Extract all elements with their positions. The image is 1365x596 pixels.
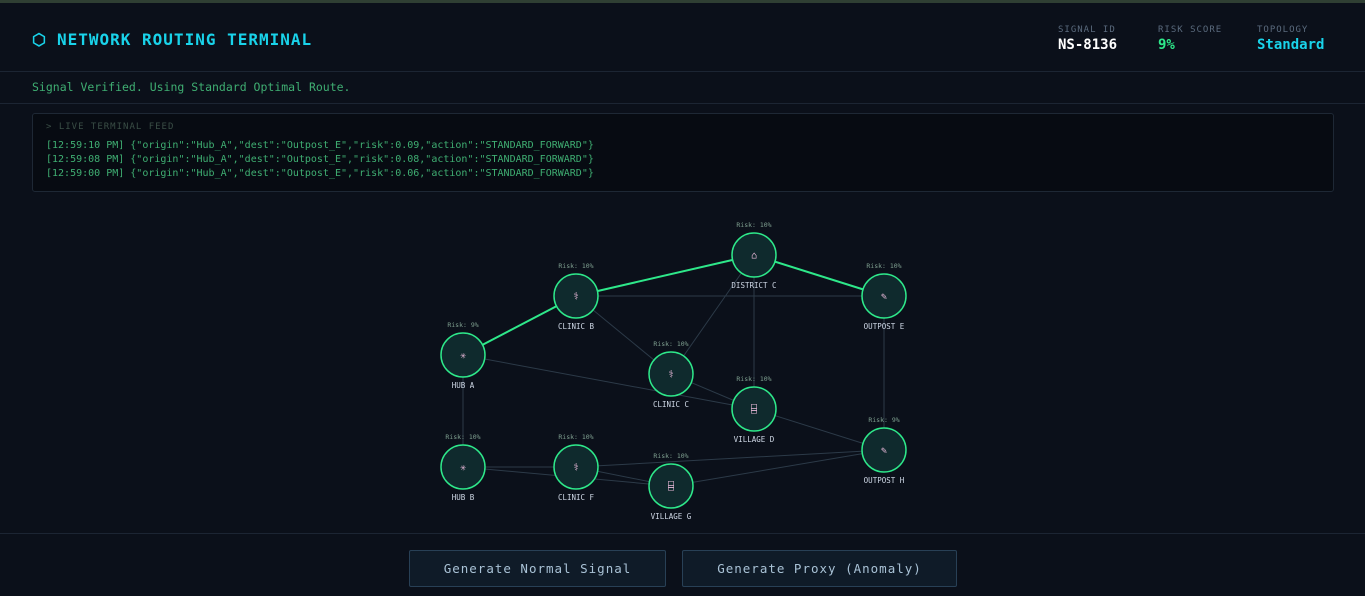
node-label: CLINIC C <box>653 400 689 409</box>
node-label: HUB B <box>452 493 475 502</box>
topology-stat: TOPOLOGY Standard <box>1257 25 1324 53</box>
hexagon-icon: ⬡ <box>32 30 47 49</box>
node-label: CLINIC B <box>558 322 595 331</box>
status-message: Signal Verified. Using Standard Optimal … <box>32 80 351 94</box>
topology-value: Standard <box>1257 37 1325 53</box>
node-risk-label: Risk: 10% <box>866 262 901 270</box>
generate-proxy-anomaly-button[interactable]: Generate Proxy (Anomaly) <box>682 550 957 587</box>
risk-score-label: RISK SCORE <box>1158 25 1223 35</box>
live-terminal-feed: > LIVE TERMINAL FEED [12:59:10 PM] {"ori… <box>32 113 1334 192</box>
node-clinic-b[interactable]: ⚕ Risk: 10% CLINIC B <box>553 262 599 331</box>
village-icon: ⌸ <box>751 404 757 416</box>
hub-icon: ✳ <box>460 463 466 474</box>
node-label: OUTPOST H <box>864 476 905 485</box>
node-label: VILLAGE D <box>734 435 775 444</box>
signal-id-value: NS-8136 <box>1058 37 1118 53</box>
clinic-icon: ⚕ <box>668 370 674 381</box>
network-graph: ✳ Risk: 9% HUB A ⚕ Risk: 10% CLINIC B ⌂ Risk: 1… <box>0 200 1365 533</box>
node-risk-label: Risk: 10% <box>736 221 771 229</box>
active-route-edge <box>575 254 755 297</box>
generate-normal-signal-button[interactable]: Generate Normal Signal <box>409 550 666 587</box>
page-title: ⬡ NETWORK ROUTING TERMINAL <box>32 30 312 49</box>
node-risk-label: Risk: 10% <box>736 375 771 383</box>
footer: Generate Normal Signal Generate Proxy (A… <box>0 533 1365 596</box>
node-risk-label: Risk: 10% <box>653 452 688 460</box>
hub-icon: ✳ <box>460 351 466 362</box>
outpost-icon: ✎ <box>881 292 887 303</box>
risk-score-stat: RISK SCORE 9% <box>1158 25 1222 53</box>
header: ⬡ NETWORK ROUTING TERMINAL SIGNAL ID NS-8… <box>0 3 1365 72</box>
page-title-text: NETWORK ROUTING TERMINAL <box>56 30 313 49</box>
node-risk-label: Risk: 10% <box>445 433 480 441</box>
node-risk-label: Risk: 9% <box>868 416 899 424</box>
risk-score-value: 9% <box>1158 37 1175 53</box>
feed-title: > LIVE TERMINAL FEED <box>46 122 175 132</box>
feed-line: [12:59:10 PM] {"origin":"Hub_A","dest":"… <box>46 140 594 151</box>
signal-id-label: SIGNAL ID <box>1058 25 1116 35</box>
clinic-icon: ⚕ <box>573 463 579 474</box>
node-label: HUB A <box>452 381 475 390</box>
node-label: OUTPOST E <box>864 322 905 331</box>
node-risk-label: Risk: 10% <box>653 340 688 348</box>
feed-line: [12:59:08 PM] {"origin":"Hub_A","dest":"… <box>46 154 594 165</box>
node-risk-label: Risk: 9% <box>447 321 478 329</box>
node-label: DISTRICT C <box>731 281 776 290</box>
clinic-icon: ⚕ <box>573 292 579 303</box>
signal-id-stat: SIGNAL ID NS-8136 <box>1058 25 1117 53</box>
topology-label: TOPOLOGY <box>1257 25 1309 35</box>
status-bar: Signal Verified. Using Standard Optimal … <box>0 73 1365 104</box>
outpost-icon: ✎ <box>881 446 887 457</box>
network-edge <box>575 449 885 468</box>
village-icon: ⌸ <box>668 481 674 493</box>
district-icon: ⌂ <box>751 251 757 262</box>
feed-line: [12:59:00 PM] {"origin":"Hub_A","dest":"… <box>46 168 594 179</box>
node-label: VILLAGE G <box>651 512 692 521</box>
network-edge <box>462 354 755 410</box>
network-graph-canvas: ✳ Risk: 9% HUB A ⚕ Risk: 10% CLINIC B ⌂ Risk: 1… <box>440 221 907 521</box>
node-label: CLINIC F <box>558 493 595 502</box>
node-risk-label: Risk: 10% <box>558 262 593 270</box>
node-risk-label: Risk: 10% <box>558 433 593 441</box>
node-clinic-f[interactable]: ⚕ Risk: 10% CLINIC F <box>553 433 599 502</box>
node-clinic-c[interactable]: ⚕ Risk: 10% CLINIC C <box>648 340 694 409</box>
